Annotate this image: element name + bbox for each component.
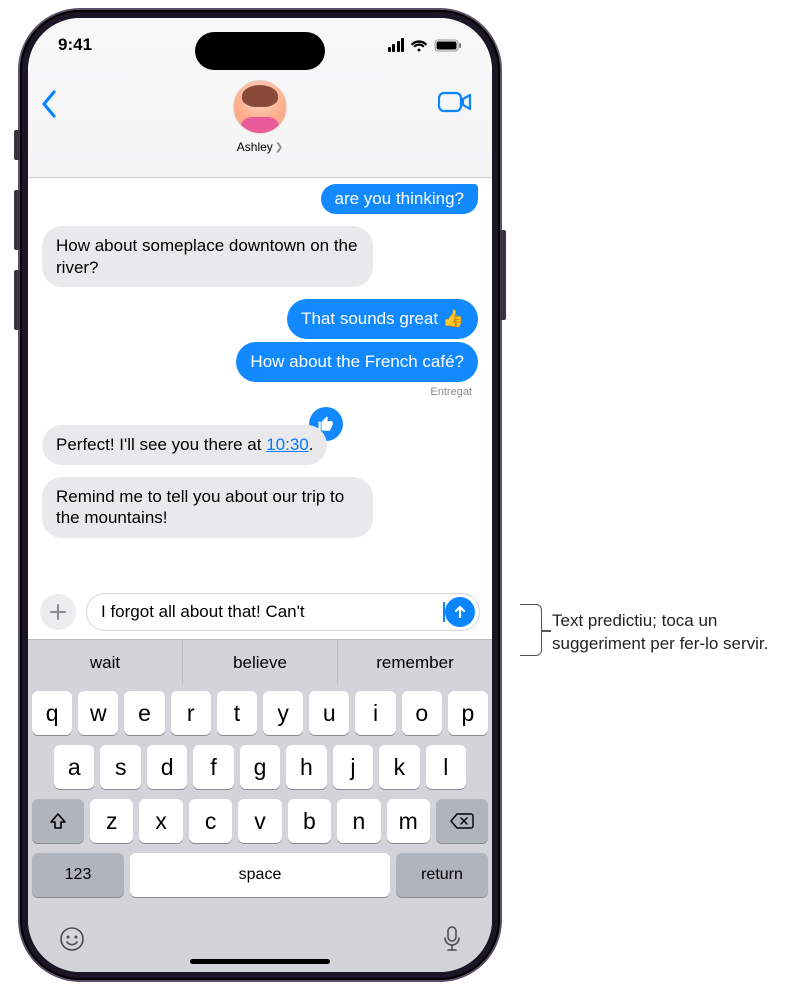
dictation-key[interactable] bbox=[442, 925, 462, 960]
key-k[interactable]: k bbox=[379, 745, 419, 789]
keyboard-row-3: z x c v b n m bbox=[32, 799, 488, 843]
add-attachment-button[interactable] bbox=[40, 594, 76, 630]
key-n[interactable]: n bbox=[337, 799, 380, 843]
dynamic-island bbox=[195, 32, 325, 70]
cellular-icon bbox=[388, 38, 405, 52]
compose-row: I forgot all about that! Can't bbox=[28, 587, 492, 639]
key-b[interactable]: b bbox=[288, 799, 331, 843]
keyboard-row-1: q w e r t y u i o p bbox=[32, 691, 488, 735]
callout-text: Text predictiu; toca un suggeriment per … bbox=[552, 610, 782, 656]
return-key[interactable]: return bbox=[396, 853, 488, 897]
message-sent[interactable]: are you thinking? bbox=[321, 184, 478, 214]
predictive-suggestion[interactable]: believe bbox=[182, 640, 337, 685]
message-sent[interactable]: That sounds great 👍 bbox=[287, 299, 478, 339]
key-v[interactable]: v bbox=[238, 799, 281, 843]
battery-icon bbox=[434, 39, 462, 52]
numbers-key[interactable]: 123 bbox=[32, 853, 124, 897]
contact-name: Ashley bbox=[237, 140, 273, 154]
key-a[interactable]: a bbox=[54, 745, 94, 789]
message-received[interactable]: How about someplace downtown on the rive… bbox=[42, 226, 373, 288]
key-l[interactable]: l bbox=[426, 745, 466, 789]
key-c[interactable]: c bbox=[189, 799, 232, 843]
screen: 9:41 Ashley ❯ bbox=[28, 18, 492, 972]
message-text: Perfect! I'll see you there at bbox=[56, 435, 266, 454]
back-button[interactable] bbox=[40, 90, 58, 123]
key-m[interactable]: m bbox=[387, 799, 430, 843]
key-p[interactable]: p bbox=[448, 691, 488, 735]
avatar bbox=[233, 80, 287, 134]
predictive-bar: wait believe remember bbox=[28, 639, 492, 685]
annotation-callout: Text predictiu; toca un suggeriment per … bbox=[520, 610, 782, 656]
key-o[interactable]: o bbox=[402, 691, 442, 735]
key-e[interactable]: e bbox=[124, 691, 164, 735]
contact-button[interactable]: Ashley ❯ bbox=[233, 80, 287, 154]
message-list[interactable]: are you thinking? How about someplace do… bbox=[28, 178, 492, 587]
keyboard-row-4: 123 space return bbox=[32, 853, 488, 897]
key-w[interactable]: w bbox=[78, 691, 118, 735]
wifi-icon bbox=[410, 39, 428, 52]
key-z[interactable]: z bbox=[90, 799, 133, 843]
input-text: I forgot all about that! Can't bbox=[101, 602, 442, 622]
power-button bbox=[500, 230, 506, 320]
message-received[interactable]: Perfect! I'll see you there at 10:30. bbox=[42, 425, 327, 465]
send-button[interactable] bbox=[445, 597, 475, 627]
home-indicator[interactable] bbox=[190, 959, 330, 964]
chevron-right-icon: ❯ bbox=[275, 142, 283, 153]
backspace-key[interactable] bbox=[436, 799, 488, 843]
key-x[interactable]: x bbox=[139, 799, 182, 843]
key-i[interactable]: i bbox=[355, 691, 395, 735]
volume-up-button bbox=[14, 190, 20, 250]
time-link[interactable]: 10:30 bbox=[266, 435, 309, 454]
key-u[interactable]: u bbox=[309, 691, 349, 735]
predictive-suggestion[interactable]: wait bbox=[28, 640, 182, 685]
key-s[interactable]: s bbox=[100, 745, 140, 789]
status-time: 9:41 bbox=[58, 35, 92, 55]
key-t[interactable]: t bbox=[217, 691, 257, 735]
key-q[interactable]: q bbox=[32, 691, 72, 735]
volume-down-button bbox=[14, 270, 20, 330]
key-d[interactable]: d bbox=[147, 745, 187, 789]
key-g[interactable]: g bbox=[240, 745, 280, 789]
facetime-button[interactable] bbox=[438, 90, 472, 119]
key-j[interactable]: j bbox=[333, 745, 373, 789]
ring-switch bbox=[14, 130, 20, 160]
key-y[interactable]: y bbox=[263, 691, 303, 735]
phone-frame: 9:41 Ashley ❯ bbox=[20, 10, 500, 980]
shift-key[interactable] bbox=[32, 799, 84, 843]
message-sent[interactable]: How about the French café? bbox=[236, 342, 478, 382]
message-input[interactable]: I forgot all about that! Can't bbox=[86, 593, 480, 631]
key-h[interactable]: h bbox=[286, 745, 326, 789]
keyboard: q w e r t y u i o p a s d f g h j k l bbox=[28, 685, 492, 972]
predictive-suggestion[interactable]: remember bbox=[337, 640, 492, 685]
callout-bracket bbox=[520, 604, 542, 656]
key-r[interactable]: r bbox=[171, 691, 211, 735]
keyboard-row-2: a s d f g h j k l bbox=[32, 745, 488, 789]
space-key[interactable]: space bbox=[130, 853, 390, 897]
message-received[interactable]: Remind me to tell you about our trip to … bbox=[42, 477, 373, 539]
key-f[interactable]: f bbox=[193, 745, 233, 789]
emoji-key[interactable] bbox=[58, 925, 86, 960]
delivery-status: Entregat bbox=[430, 386, 472, 398]
